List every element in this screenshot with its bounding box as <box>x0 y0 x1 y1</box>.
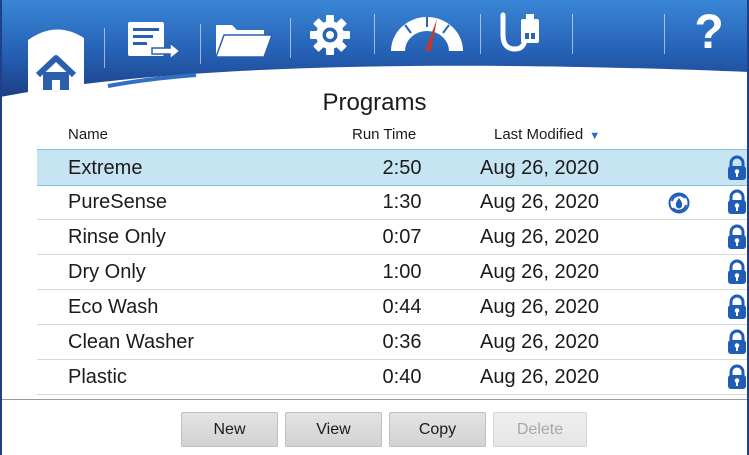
new-button[interactable]: New <box>181 412 278 447</box>
toolbar-separator <box>374 14 375 54</box>
program-list[interactable]: Extreme 2:50 Aug 26, 2020 PureSense 1:30 Aug … <box>37 149 749 399</box>
lock-icon <box>726 329 748 360</box>
column-header-last-modified[interactable]: Last Modified ▼ <box>494 126 600 143</box>
program-last-modified: Aug 26, 2020 <box>480 191 599 213</box>
program-last-modified: Aug 26, 2020 <box>480 366 599 388</box>
program-name: Extreme <box>68 157 143 179</box>
program-name: PureSense <box>68 191 167 213</box>
column-header-last-modified-label: Last Modified <box>494 126 584 143</box>
folder-icon <box>214 24 274 58</box>
program-last-modified: Aug 26, 2020 <box>480 226 599 248</box>
program-run-time: 0:44 <box>382 296 422 318</box>
lock-icon <box>726 259 748 290</box>
table-row[interactable]: Extreme 2:50 Aug 26, 2020 <box>37 149 749 186</box>
delete-button[interactable]: Delete <box>493 412 587 447</box>
program-last-modified: Aug 26, 2020 <box>480 157 599 179</box>
copy-button[interactable]: Copy <box>389 412 486 447</box>
table-row[interactable]: Rinse Only 0:07 Aug 26, 2020 <box>37 219 749 255</box>
toolbar-separator <box>200 24 201 64</box>
program-last-modified: Aug 26, 2020 <box>480 261 599 283</box>
toolbar-programs-button[interactable] <box>112 0 192 89</box>
toolbar-separator <box>664 14 665 54</box>
table-row[interactable]: Clean Washer 0:36 Aug 26, 2020 <box>37 324 749 360</box>
toolbar-separator <box>290 18 291 58</box>
toolbar-separator <box>104 28 105 68</box>
program-run-time: 1:30 <box>382 191 422 213</box>
program-run-time: 0:07 <box>382 226 422 248</box>
toolbar-help-button[interactable]: ? <box>682 0 736 81</box>
sort-descending-icon: ▼ <box>589 130 601 142</box>
toolbar-usb-button[interactable] <box>488 0 558 81</box>
column-header-run-time[interactable]: Run Time <box>352 126 416 143</box>
lock-icon <box>726 224 748 255</box>
lock-icon <box>726 155 748 186</box>
page-title: Programs <box>322 89 427 116</box>
program-name: Eco Wash <box>68 296 159 318</box>
list-divider <box>0 399 749 400</box>
left-frame-edge <box>0 0 2 455</box>
program-last-modified: Aug 26, 2020 <box>480 296 599 318</box>
home-icon <box>28 29 84 97</box>
toolbar-performance-button[interactable] <box>382 0 472 81</box>
toolbar-separator <box>572 14 573 54</box>
column-header-name[interactable]: Name <box>68 126 108 143</box>
program-run-time: 0:40 <box>382 366 422 388</box>
gear-icon <box>310 14 350 55</box>
table-row[interactable]: Plastic 0:40 Aug 26, 2020 <box>37 359 749 395</box>
view-button[interactable]: View <box>285 412 382 447</box>
program-name: Rinse Only <box>68 226 166 248</box>
lock-icon <box>726 294 748 325</box>
program-name: Clean Washer <box>68 331 194 353</box>
program-name: Plastic <box>68 366 127 388</box>
program-run-time: 1:00 <box>382 261 422 283</box>
program-last-modified: Aug 26, 2020 <box>480 331 599 353</box>
table-row[interactable]: Eco Wash 0:44 Aug 26, 2020 <box>37 289 749 325</box>
program-name: Dry Only <box>68 261 146 283</box>
program-run-time: 0:36 <box>382 331 422 353</box>
help-icon: ? <box>694 6 724 59</box>
autodose-icon <box>668 192 690 219</box>
gauge-icon <box>391 16 463 51</box>
toolbar-separator <box>480 14 481 54</box>
toolbar-folder-button[interactable] <box>210 0 276 87</box>
toolbar-home-button[interactable] <box>18 0 94 97</box>
table-row[interactable]: PureSense 1:30 Aug 26, 2020 <box>37 184 749 220</box>
program-list-icon <box>128 21 182 61</box>
program-run-time: 2:50 <box>382 157 422 179</box>
table-row[interactable]: Dry Only 1:00 Aug 26, 2020 <box>37 254 749 290</box>
main-toolbar: ? <box>0 0 749 97</box>
lock-icon <box>726 364 748 395</box>
toolbar-settings-button[interactable] <box>300 0 360 83</box>
lock-icon <box>726 189 748 220</box>
usb-icon <box>500 12 539 52</box>
